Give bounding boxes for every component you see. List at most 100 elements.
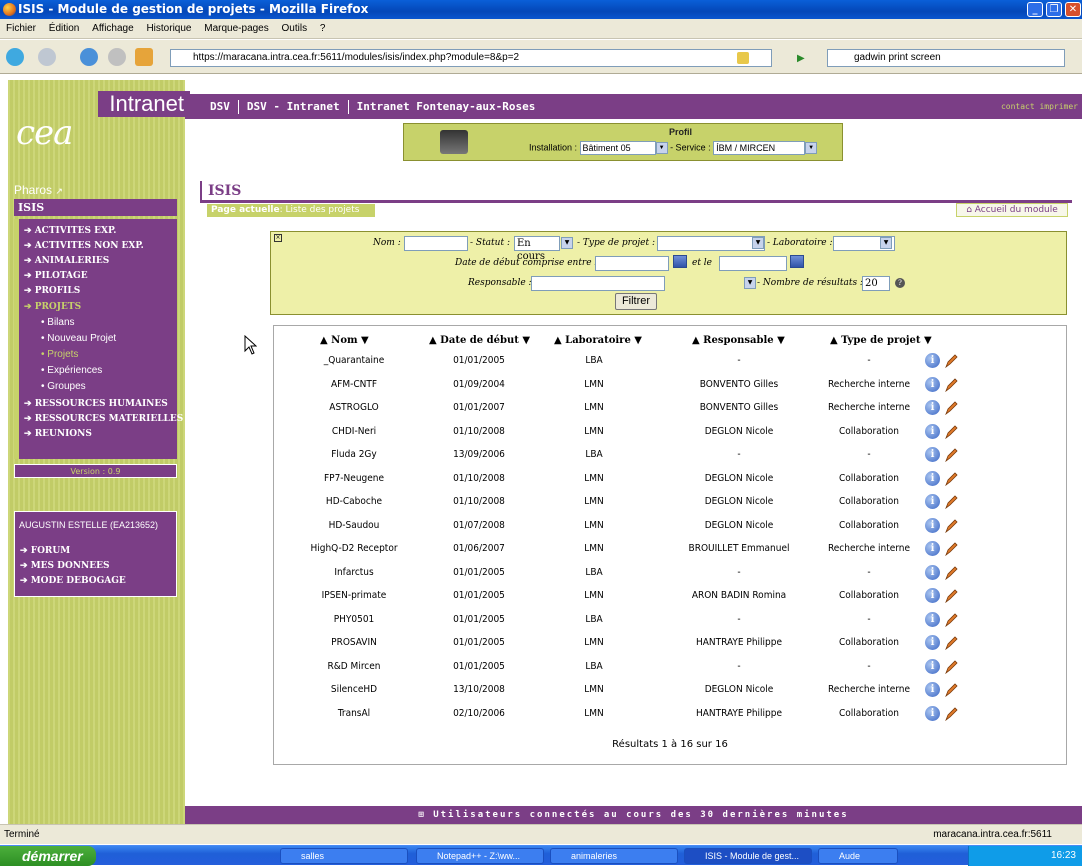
edit-pencil-icon[interactable]: [944, 589, 958, 603]
reload-icon[interactable]: [80, 48, 98, 66]
menu-fichier[interactable]: Fichier: [6, 23, 36, 34]
info-icon[interactable]: i: [925, 494, 940, 509]
contact-print-links[interactable]: contact imprimer: [1001, 94, 1078, 119]
edit-pencil-icon[interactable]: [944, 659, 958, 674]
go-icon[interactable]: ▶: [797, 53, 805, 64]
chevron-down-icon[interactable]: ▼: [752, 237, 764, 249]
type-projet-select[interactable]: [657, 236, 765, 251]
start-button[interactable]: démarrer: [0, 846, 96, 866]
filter-button[interactable]: Filtrer: [615, 293, 657, 310]
date-end-input[interactable]: [719, 256, 787, 271]
menu-outils[interactable]: Outils: [282, 23, 308, 34]
header-responsable[interactable]: ▲ Responsable ▼: [692, 335, 785, 346]
edit-pencil-icon[interactable]: [944, 518, 958, 533]
edit-pencil-icon[interactable]: [944, 495, 958, 509]
sidebar-subitem-bilans[interactable]: • Bilans: [41, 315, 75, 330]
search-input[interactable]: gadwin print screen: [827, 49, 1065, 67]
sidebar-item-ressources-humaines[interactable]: ➔ RESSOURCES HUMAINES: [24, 397, 168, 412]
task-aude[interactable]: Aude: [818, 848, 898, 864]
edit-pencil-icon[interactable]: [944, 354, 958, 368]
info-icon[interactable]: i: [925, 658, 940, 674]
edit-pencil-icon[interactable]: [944, 401, 958, 415]
edit-pencil-icon[interactable]: [944, 683, 958, 697]
edit-pencil-icon[interactable]: [944, 636, 958, 650]
info-icon[interactable]: i: [925, 447, 940, 462]
task-isis[interactable]: ISIS - Module de gest...: [684, 848, 812, 864]
installation-select[interactable]: Bâtiment 05: [579, 141, 656, 155]
edit-pencil-icon[interactable]: [944, 377, 958, 392]
edit-pencil-icon[interactable]: [944, 424, 958, 439]
home-module-link[interactable]: ⌂ Accueil du module: [956, 203, 1068, 217]
sidebar-item-forum[interactable]: ➔ FORUM: [20, 544, 70, 559]
sidebar-subitem-experiences[interactable]: • Expériences: [41, 363, 102, 378]
menu-affichage[interactable]: Affichage: [92, 23, 134, 34]
info-icon[interactable]: i: [925, 705, 940, 721]
menu-marque-pages[interactable]: Marque-pages: [204, 23, 268, 34]
sidebar-subitem-projets[interactable]: • Projets: [41, 347, 78, 362]
forward-icon[interactable]: [38, 48, 56, 66]
chevron-down-icon[interactable]: ▼: [655, 142, 668, 154]
connected-users-bar[interactable]: ⊞ Utilisateurs connectés au cours des 30…: [185, 806, 1082, 824]
task-animaleries[interactable]: animaleries: [550, 848, 678, 864]
menu-help[interactable]: ?: [320, 23, 326, 34]
calendar-icon[interactable]: [673, 255, 687, 268]
sidebar-item-reunions[interactable]: ➔ REUNIONS: [24, 427, 92, 442]
info-icon[interactable]: i: [925, 611, 940, 627]
collapse-icon[interactable]: ×: [274, 234, 282, 242]
sidebar-item-mes-donnees[interactable]: ➔ MES DONNEES: [20, 559, 109, 574]
sidebar-subitem-groupes[interactable]: • Groupes: [41, 379, 86, 394]
chevron-down-icon[interactable]: ▼: [561, 237, 573, 249]
sidebar-item-activites-exp[interactable]: ➔ ACTIVITES EXP.: [24, 224, 116, 239]
minimize-button[interactable]: _: [1027, 2, 1043, 17]
topnav-dsv-intranet[interactable]: DSV - Intranet: [247, 100, 340, 113]
close-button[interactable]: ✕: [1065, 2, 1081, 17]
pharos-link[interactable]: Pharos ↗: [14, 181, 176, 199]
sidebar-item-mode-debogage[interactable]: ➔ MODE DEBOGAGE: [20, 574, 126, 589]
topnav-dsv[interactable]: DSV: [210, 100, 230, 113]
header-type-projet[interactable]: ▲ Type de projet ▼: [830, 335, 932, 346]
header-nom[interactable]: ▲ Nom ▼: [320, 335, 369, 346]
home-icon[interactable]: [135, 48, 153, 66]
info-icon[interactable]: i: [925, 517, 940, 533]
sidebar-item-profils[interactable]: ➔ PROFILS: [24, 284, 80, 299]
stop-icon[interactable]: [108, 48, 126, 66]
service-select[interactable]: ÍBM / MIRCEN: [713, 141, 806, 155]
edit-pencil-icon[interactable]: [944, 542, 958, 556]
info-icon[interactable]: i: [925, 588, 940, 603]
edit-pencil-icon[interactable]: [944, 612, 958, 627]
info-icon[interactable]: i: [925, 400, 940, 415]
edit-pencil-icon[interactable]: [944, 471, 958, 486]
help-icon[interactable]: ?: [895, 278, 905, 288]
task-notepad[interactable]: Notepad++ - Z:\ww...: [416, 848, 544, 864]
statut-select[interactable]: En cours: [514, 236, 560, 262]
task-salles[interactable]: salles: [280, 848, 408, 864]
info-icon[interactable]: i: [925, 541, 940, 556]
header-date-debut[interactable]: ▲ Date de début ▼: [429, 335, 530, 346]
info-icon[interactable]: i: [925, 635, 940, 650]
chevron-down-icon[interactable]: ▼: [744, 277, 756, 289]
sidebar-subitem-nouveau-projet[interactable]: • Nouveau Projet: [41, 331, 116, 346]
sidebar-item-pilotage[interactable]: ➔ PILOTAGE: [24, 269, 88, 284]
info-icon[interactable]: i: [925, 682, 940, 697]
info-icon[interactable]: i: [925, 376, 940, 392]
chevron-down-icon[interactable]: ▼: [880, 237, 892, 249]
edit-pencil-icon[interactable]: [944, 448, 958, 462]
info-icon[interactable]: i: [925, 470, 940, 486]
chevron-down-icon[interactable]: ▼: [805, 142, 818, 154]
calendar-icon[interactable]: [790, 255, 804, 268]
date-start-input[interactable]: [595, 256, 669, 271]
back-icon[interactable]: [6, 48, 24, 66]
url-bar[interactable]: https://maracana.intra.cea.fr:5611/modul…: [170, 49, 772, 67]
info-icon[interactable]: i: [925, 353, 940, 368]
sidebar-item-ressources-materielles[interactable]: ➔ RESSOURCES MATERIELLES: [24, 412, 183, 427]
sidebar-item-projets[interactable]: ➔ PROJETS: [24, 300, 81, 315]
info-icon[interactable]: i: [925, 423, 940, 439]
topnav-fontenay[interactable]: Intranet Fontenay-aux-Roses: [357, 100, 536, 113]
menu-historique[interactable]: Historique: [146, 23, 191, 34]
nb-results-input[interactable]: 20: [862, 276, 890, 291]
sidebar-item-activites-non-exp[interactable]: ➔ ACTIVITES NON EXP.: [24, 239, 144, 254]
responsable-select[interactable]: [531, 276, 665, 291]
edit-pencil-icon[interactable]: [944, 706, 958, 721]
info-icon[interactable]: i: [925, 564, 940, 580]
edit-pencil-icon[interactable]: [944, 565, 958, 580]
